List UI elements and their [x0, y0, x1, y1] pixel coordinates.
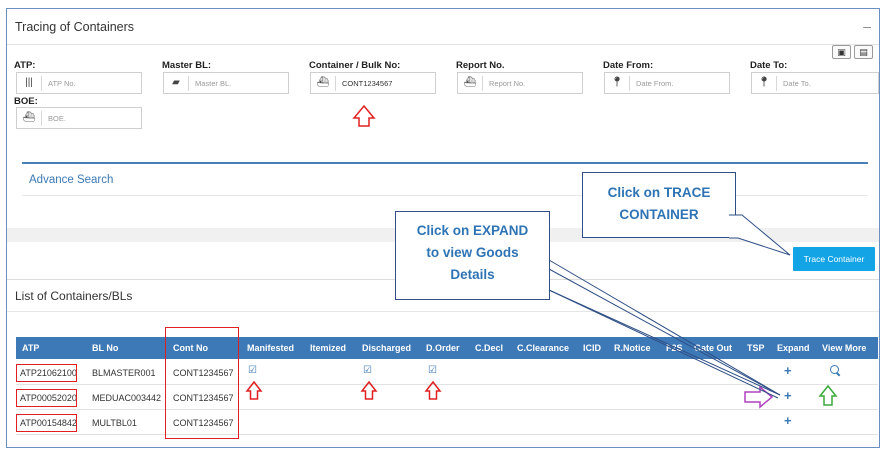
annotation-overlay — [245, 104, 838, 409]
red-up-arrow-d-order — [424, 380, 442, 400]
green-up-arrow — [818, 384, 838, 406]
expand-callout-tail — [548, 268, 781, 399]
expand-callout-tail-edge — [548, 259, 781, 396]
trace-callout-tail — [729, 214, 791, 256]
red-up-arrow-manifested — [245, 380, 263, 400]
red-up-arrow-discharged — [360, 380, 378, 400]
red-up-arrow-container — [352, 104, 376, 127]
